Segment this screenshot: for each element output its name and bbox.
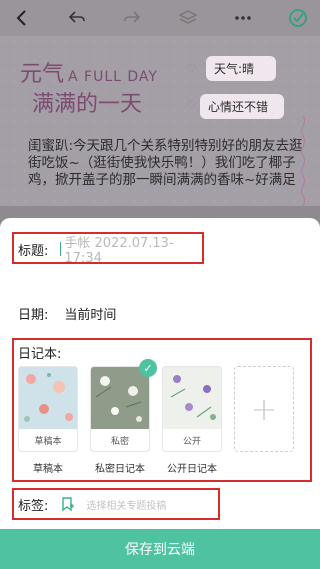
- tags-input[interactable]: 选择相关专题投稿: [86, 497, 166, 512]
- title-label: 标题:: [18, 243, 49, 259]
- tags-row: 标签: 选择相关专题投稿: [0, 491, 320, 517]
- add-icon: +: [234, 366, 294, 452]
- save-sheet: 标题: 手帐 2022.07.13-17:34 日期: 当前时间 日记本: 草稿…: [0, 218, 320, 569]
- heart-icon: ♡: [186, 98, 197, 112]
- title-placeholder: 手帐 2022.07.13-17:34: [64, 236, 174, 266]
- book-name: 公开日记本: [167, 464, 217, 475]
- date-label: 日期:: [18, 307, 49, 323]
- book-cover: 公开: [162, 366, 222, 452]
- add-book[interactable]: +: [234, 366, 294, 475]
- title-input[interactable]: 手帐 2022.07.13-17:34: [60, 232, 210, 266]
- tags-label: 标签:: [18, 498, 49, 514]
- book-cover-tag: 草稿本: [19, 429, 77, 451]
- floral-pattern: [170, 375, 216, 420]
- book-cover: 草稿本: [18, 366, 78, 452]
- undo-icon[interactable]: [63, 4, 91, 32]
- text-caret: [60, 242, 62, 256]
- floral-pattern: [24, 373, 73, 422]
- book-private[interactable]: 私密 ✓ 私密日记本: [90, 359, 157, 475]
- more-icon[interactable]: [229, 4, 257, 32]
- top-toolbar: [0, 0, 320, 36]
- date-row[interactable]: 日期: 当前时间: [0, 302, 320, 324]
- floral-pattern: [95, 376, 142, 422]
- journal-preview: 元气 A FULL DAY 满满的一天 ♡ ♡ 天气:晴 心情还不错 闺蜜趴:今天…: [0, 36, 320, 206]
- layers-icon[interactable]: [174, 4, 202, 32]
- date-value: 当前时间: [64, 307, 117, 323]
- diary-label: 日记本:: [18, 346, 62, 362]
- journal-heading-line1: 元气 A FULL DAY: [20, 62, 158, 87]
- redo-icon[interactable]: [118, 4, 146, 32]
- done-check-icon[interactable]: [284, 4, 312, 32]
- book-name: 私密日记本: [95, 464, 145, 475]
- weather-sticker: 天气:晴: [206, 56, 276, 81]
- tag-icon[interactable]: [60, 496, 76, 512]
- wave-decoration: [301, 116, 305, 206]
- journal-body-text: 闺蜜趴:今天跟几个关系特别特别好的朋友去逛街吃饭~（逛街使我快乐鸭！）我们吃了椰…: [28, 138, 303, 188]
- heart-icon: ♡: [186, 62, 197, 76]
- book-cover: 私密: [90, 366, 150, 452]
- diary-book-list: 草稿本 草稿本 私密 ✓ 私密日记本 公开 公开日记本 +: [18, 359, 294, 475]
- journal-heading-line2: 满满的一天: [32, 92, 143, 117]
- title-row: 标题: 手帐 2022.07.13-17:34: [0, 236, 320, 266]
- mood-sticker: 心情还不错: [200, 94, 284, 119]
- save-to-cloud-button[interactable]: 保存到云端: [0, 529, 320, 569]
- book-name: 草稿本: [33, 464, 63, 475]
- diary-row: 日记本:: [0, 342, 320, 362]
- book-public[interactable]: 公开 公开日记本: [162, 366, 222, 475]
- selected-check-icon: ✓: [139, 359, 157, 377]
- back-icon[interactable]: [8, 4, 36, 32]
- book-draft[interactable]: 草稿本 草稿本: [18, 366, 78, 475]
- book-cover-tag: 公开: [163, 429, 221, 451]
- book-cover-tag: 私密: [91, 429, 149, 451]
